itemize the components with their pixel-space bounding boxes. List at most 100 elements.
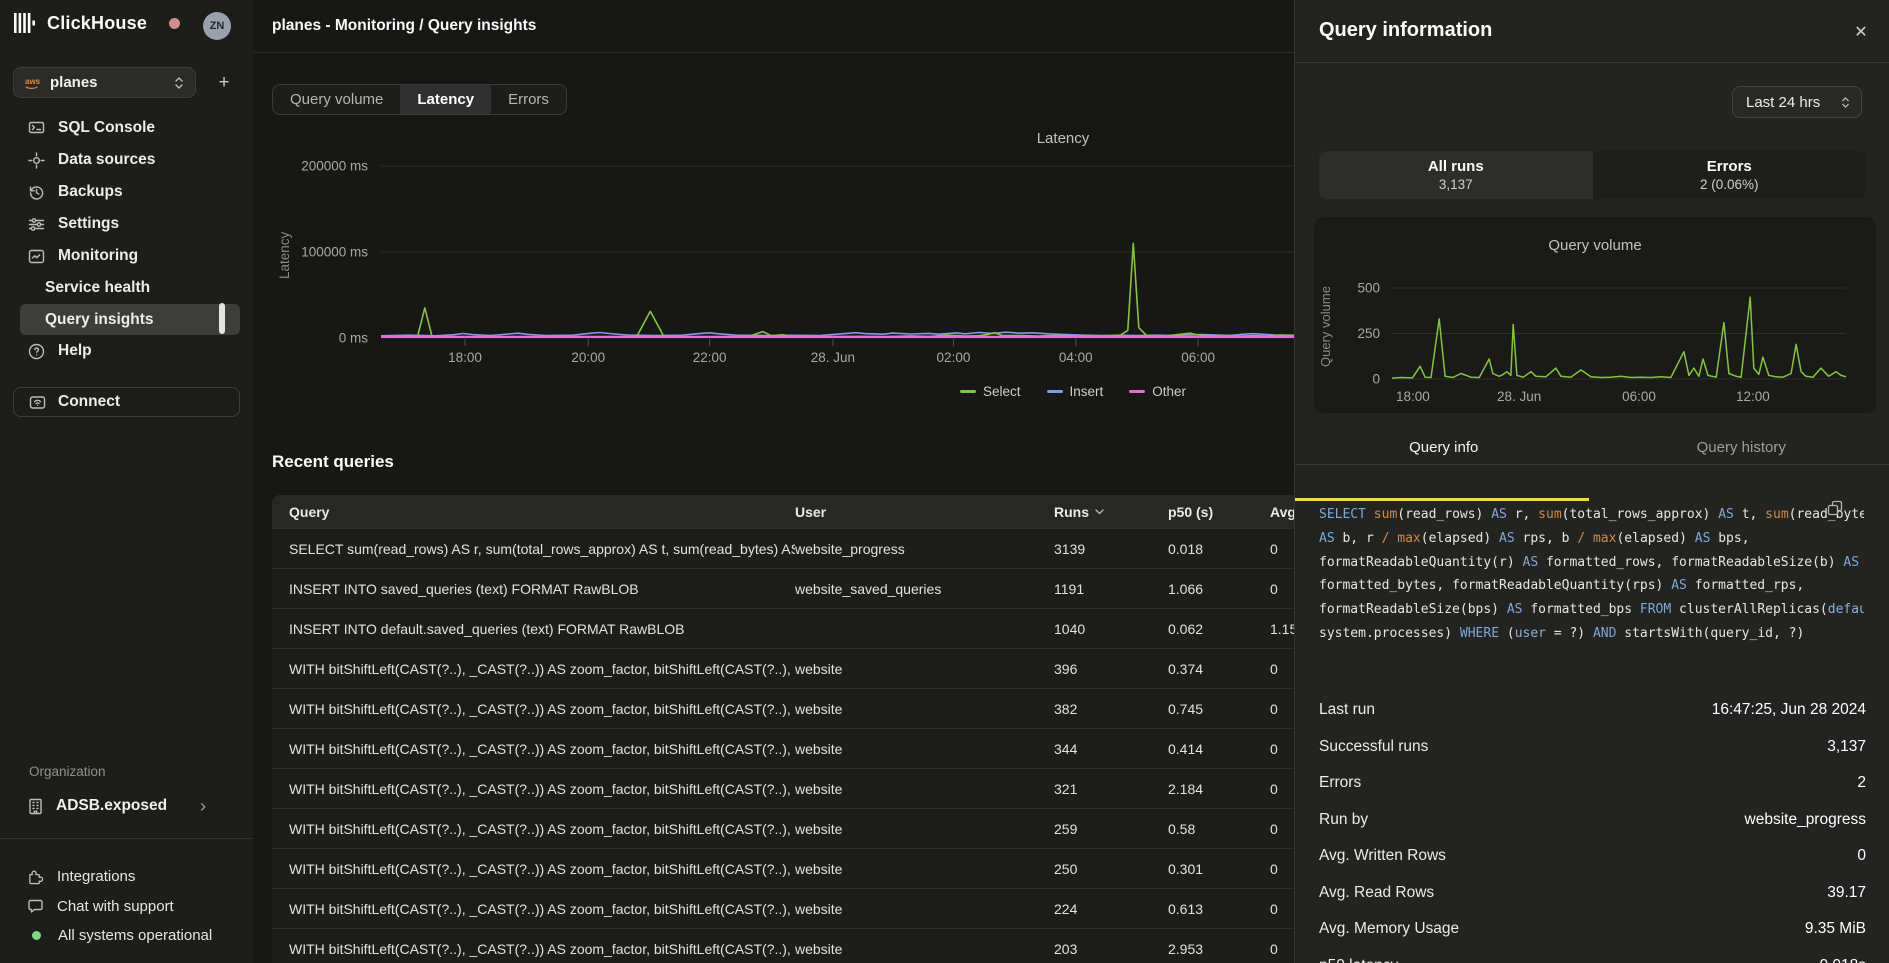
- p50-cell: 2.184: [1168, 781, 1270, 797]
- user-cell: website: [795, 661, 1054, 677]
- sidebar-item-help[interactable]: Help: [0, 335, 253, 367]
- sidebar-scrollbar-thumb[interactable]: [219, 303, 225, 334]
- stat-row: Errors 2: [1319, 765, 1866, 802]
- table-row[interactable]: INSERT INTO saved_queries (text) FORMAT …: [272, 568, 1294, 608]
- query-information-panel: Query information ✕ Last 24 hrs All runs…: [1294, 0, 1889, 963]
- sidebar-item-system-status[interactable]: All systems operational: [0, 921, 253, 949]
- sidebar-item-query-insights[interactable]: Query insights: [20, 304, 240, 335]
- header-divider: [253, 52, 1294, 53]
- query-volume-card: Query volume Query volume 025050018:0028…: [1314, 217, 1876, 413]
- runs-cell: 224: [1054, 901, 1168, 917]
- avg-cell: 0: [1270, 901, 1294, 917]
- stat-row: Avg. Read Rows 39.17: [1319, 875, 1866, 912]
- latency-chart[interactable]: 0 ms100000 ms200000 ms18:0020:0022:0028.…: [300, 120, 1294, 380]
- column-header-runs[interactable]: Runs: [1054, 504, 1168, 520]
- workspace-name: planes: [50, 74, 164, 91]
- user-cell: website: [795, 901, 1054, 917]
- user-cell: website: [795, 781, 1054, 797]
- brand: ClickHouse: [14, 12, 180, 34]
- connect-button[interactable]: Connect: [13, 387, 240, 417]
- sidebar-item-service-health[interactable]: Service health: [0, 272, 253, 304]
- query-cell: WITH bitShiftLeft(CAST(?..), _CAST(?..))…: [272, 821, 795, 837]
- table-row[interactable]: WITH bitShiftLeft(CAST(?..), _CAST(?..))…: [272, 848, 1294, 888]
- svg-text:04:00: 04:00: [1059, 350, 1093, 365]
- column-header-avg[interactable]: Avg.: [1270, 504, 1294, 520]
- status-ok-icon: [32, 931, 41, 940]
- avg-cell: 0: [1270, 701, 1294, 717]
- table-row[interactable]: WITH bitShiftLeft(CAST(?..), _CAST(?..))…: [272, 648, 1294, 688]
- organization-selector[interactable]: ADSB.exposed ›: [0, 791, 253, 821]
- column-header-user[interactable]: User: [795, 504, 1054, 520]
- table-row[interactable]: WITH bitShiftLeft(CAST(?..), _CAST(?..))…: [272, 888, 1294, 928]
- help-icon: [27, 343, 45, 360]
- tab-errors[interactable]: Errors: [491, 85, 566, 114]
- tab-query-history[interactable]: Query history: [1593, 436, 1889, 464]
- table-row[interactable]: WITH bitShiftLeft(CAST(?..), _CAST(?..))…: [272, 728, 1294, 768]
- table-row[interactable]: SELECT sum(read_rows) AS r, sum(total_ro…: [272, 528, 1294, 568]
- backups-icon: [27, 184, 45, 201]
- sidebar-item-data-sources[interactable]: Data sources: [0, 144, 253, 176]
- legend-item[interactable]: Select: [960, 384, 1021, 399]
- panel-title: Query information: [1319, 19, 1492, 42]
- user-cell: website: [795, 821, 1054, 837]
- legend-item[interactable]: Insert: [1047, 384, 1104, 399]
- tab-query-volume[interactable]: Query volume: [273, 85, 400, 114]
- stat-row: Last run 16:47:25, Jun 28 2024: [1319, 692, 1866, 729]
- sidebar-item-label: Help: [58, 342, 92, 360]
- p50-cell: 0.301: [1168, 861, 1270, 877]
- sidebar-item-sql-console[interactable]: SQL Console: [0, 112, 253, 144]
- building-icon: [27, 798, 44, 815]
- main-content: planes - Monitoring / Query insights Que…: [253, 0, 1294, 963]
- avg-cell: 0: [1270, 941, 1294, 957]
- segment-value: 3,137: [1439, 177, 1473, 192]
- workspace-selector[interactable]: aws planes: [13, 67, 196, 98]
- sidebar-item-label: Monitoring: [58, 247, 138, 265]
- table-row[interactable]: INSERT INTO default.saved_queries (text)…: [272, 608, 1294, 648]
- table-row[interactable]: WITH bitShiftLeft(CAST(?..), _CAST(?..))…: [272, 808, 1294, 848]
- legend-item[interactable]: Other: [1129, 384, 1186, 399]
- sidebar-item-label: SQL Console: [58, 119, 155, 137]
- query-cell: WITH bitShiftLeft(CAST(?..), _CAST(?..))…: [272, 741, 795, 757]
- sidebar-divider: [0, 838, 253, 839]
- time-range-select[interactable]: Last 24 hrs: [1732, 86, 1862, 118]
- sidebar-item-label: Service health: [45, 279, 150, 297]
- tab-query-info[interactable]: Query info: [1295, 436, 1593, 464]
- user-cell: website_progress: [795, 541, 1054, 557]
- svg-text:28. Jun: 28. Jun: [811, 350, 855, 365]
- avatar[interactable]: ZN: [203, 12, 231, 40]
- stat-value: website_progress: [1745, 811, 1866, 829]
- organization-name: ADSB.exposed: [56, 797, 167, 815]
- table-row[interactable]: WITH bitShiftLeft(CAST(?..), _CAST(?..))…: [272, 688, 1294, 728]
- sidebar-item-integrations[interactable]: Integrations: [0, 862, 253, 890]
- table-row[interactable]: WITH bitShiftLeft(CAST(?..), _CAST(?..))…: [272, 768, 1294, 808]
- sliders-icon: [27, 216, 45, 233]
- sidebar-item-label: Chat with support: [57, 898, 174, 915]
- column-header-query[interactable]: Query: [272, 504, 795, 520]
- sidebar-item-chat-support[interactable]: Chat with support: [0, 892, 253, 920]
- close-icon[interactable]: ✕: [1849, 20, 1873, 44]
- segment-all-runs[interactable]: All runs 3,137: [1319, 151, 1593, 199]
- segment-errors[interactable]: Errors 2 (0.06%): [1593, 151, 1867, 199]
- sidebar-item-backups[interactable]: Backups: [0, 176, 253, 208]
- stat-value: 16:47:25, Jun 28 2024: [1712, 701, 1866, 719]
- p50-cell: 0.374: [1168, 661, 1270, 677]
- query-cell: SELECT sum(read_rows) AS r, sum(total_ro…: [272, 541, 795, 557]
- column-header-p50[interactable]: p50 (s): [1168, 504, 1270, 520]
- connect-label: Connect: [58, 393, 120, 411]
- avg-cell: 0: [1270, 821, 1294, 837]
- tab-latency[interactable]: Latency: [400, 85, 491, 114]
- stat-label: Avg. Read Rows: [1319, 884, 1434, 902]
- sidebar-item-monitoring[interactable]: Monitoring: [0, 240, 253, 272]
- svg-text:20:00: 20:00: [571, 350, 605, 365]
- connect-icon: [29, 394, 46, 411]
- user-cell: website: [795, 941, 1054, 957]
- p50-cell: 0.062: [1168, 621, 1270, 637]
- svg-text:0: 0: [1372, 372, 1380, 387]
- sidebar-item-settings[interactable]: Settings: [0, 208, 253, 240]
- stat-value: 9.35 MiB: [1805, 920, 1866, 938]
- table-row[interactable]: WITH bitShiftLeft(CAST(?..), _CAST(?..))…: [272, 928, 1294, 963]
- copy-icon[interactable]: [1827, 500, 1843, 521]
- add-service-button[interactable]: +: [210, 67, 238, 98]
- query-volume-y-axis-label: Query volume: [1318, 269, 1333, 385]
- legend-label: Other: [1152, 384, 1186, 399]
